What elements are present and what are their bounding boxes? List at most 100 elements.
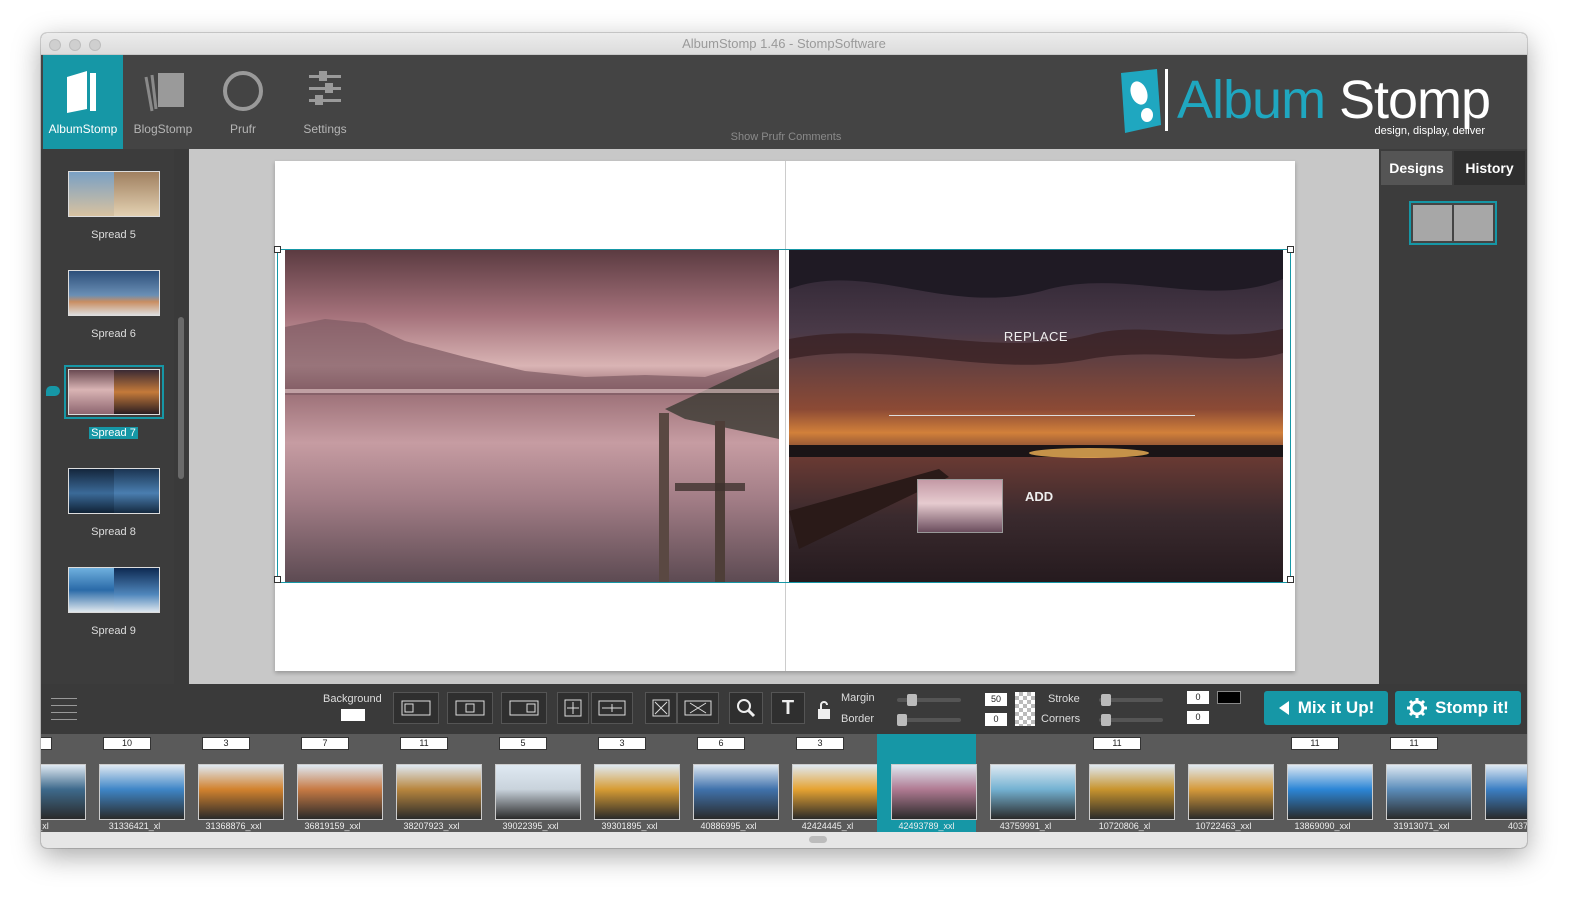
- stroke-slider[interactable]: [1099, 694, 1163, 706]
- resize-grip[interactable]: [809, 836, 827, 843]
- filmstrip-thumbnail: [495, 764, 581, 820]
- margin-value[interactable]: 50: [985, 693, 1007, 706]
- circle-icon: [223, 71, 263, 111]
- scrollbar-thumb[interactable]: [178, 317, 184, 479]
- filmstrip-thumbnail: [693, 764, 779, 820]
- filmstrip-filename: 38207923_xxl: [403, 821, 460, 831]
- filmstrip-item-selected[interactable]: 42493789_xxl: [877, 734, 977, 832]
- resize-handle[interactable]: [274, 246, 281, 253]
- filmstrip-item[interactable]: 43759991_xl: [976, 734, 1076, 832]
- shrink-horizontal-icon: [684, 700, 712, 716]
- spread-thumb-right: [113, 172, 159, 216]
- border-value[interactable]: 0: [985, 713, 1007, 726]
- spread-item[interactable]: Spread 8: [61, 468, 166, 538]
- tab-history[interactable]: History: [1454, 151, 1525, 185]
- filmstrip-item[interactable]: 10722463_xxl: [1174, 734, 1274, 832]
- filmstrip-item[interactable]: 6 40886995_xxl: [679, 734, 779, 832]
- margin-slider-knob[interactable]: [907, 694, 917, 706]
- margin-label: Margin: [841, 692, 875, 704]
- replace-photo-label[interactable]: REPLACE: [789, 329, 1283, 344]
- filmstrip-item[interactable]: 3 31368876_xxl: [184, 734, 284, 832]
- filmstrip-thumbnail: [41, 764, 86, 820]
- add-photo-label[interactable]: ADD: [1025, 489, 1053, 504]
- align-left-icon: [401, 700, 431, 716]
- spread-item-selected[interactable]: Spread 7: [61, 365, 166, 439]
- menu-lines-icon[interactable]: [51, 696, 77, 720]
- filmstrip-item[interactable]: 2 581_xl: [41, 734, 86, 832]
- filmstrip-thumbnail: [1287, 764, 1373, 820]
- usage-count-badge: 5: [499, 737, 547, 750]
- border-slider-knob[interactable]: [897, 714, 907, 726]
- spread-thumbnail: [67, 567, 160, 613]
- filmstrip-item[interactable]: 11 31913071_xxl: [1372, 734, 1472, 832]
- mix-it-up-button[interactable]: Mix it Up!: [1264, 691, 1388, 725]
- spreads-scrollbar[interactable]: [174, 149, 188, 684]
- filmstrip-filename: 10720806_xl: [1098, 821, 1151, 831]
- border-slider[interactable]: [897, 714, 961, 726]
- filmstrip-item[interactable]: 3 42424445_xl: [778, 734, 878, 832]
- resize-handle[interactable]: [1287, 246, 1294, 253]
- stroke-color-swatch[interactable]: [1217, 691, 1241, 704]
- filmstrip-item[interactable]: 5 39022395_xxl: [481, 734, 581, 832]
- shrink-horizontal-button[interactable]: [677, 692, 719, 724]
- corners-slider-knob[interactable]: [1101, 714, 1111, 726]
- resize-handle[interactable]: [274, 576, 281, 583]
- filmstrip-item[interactable]: 3 39301895_xxl: [580, 734, 680, 832]
- filmstrip-thumbnail: [198, 764, 284, 820]
- spread-thumb-full: [68, 271, 159, 315]
- spread-thumb-left: [68, 370, 114, 414]
- stomp-it-button[interactable]: Stomp it!: [1395, 691, 1521, 725]
- corners-value[interactable]: 0: [1187, 711, 1209, 724]
- close-window-button[interactable]: [49, 39, 61, 51]
- spread-label: Spread 7: [89, 427, 138, 439]
- usage-count-badge: 2: [41, 737, 52, 750]
- stroke-slider-knob[interactable]: [1101, 694, 1111, 706]
- spread-item[interactable]: Spread 5: [61, 171, 166, 241]
- minimize-window-button[interactable]: [69, 39, 81, 51]
- filmstrip-item[interactable]: 10 31336421_xl: [85, 734, 185, 832]
- corners-slider[interactable]: [1099, 714, 1163, 726]
- sliders-icon: [309, 71, 341, 105]
- design-template-two-up[interactable]: [1409, 201, 1497, 245]
- right-photo-frame[interactable]: REPLACE ADD: [789, 249, 1283, 583]
- expand-button[interactable]: [557, 692, 589, 724]
- filmstrip-thumbnail: [297, 764, 383, 820]
- filmstrip-item[interactable]: 40373: [1471, 734, 1527, 832]
- filmstrip-item[interactable]: 7 36819159_xxl: [283, 734, 383, 832]
- align-center-button[interactable]: [447, 692, 493, 724]
- margin-slider[interactable]: [897, 694, 961, 706]
- spread-label: Spread 5: [91, 229, 136, 241]
- stroke-value[interactable]: 0: [1187, 691, 1209, 704]
- filmstrip-filename: 42424445_xl: [801, 821, 854, 831]
- spread-label: Spread 8: [91, 526, 136, 538]
- stack-icon: [144, 73, 184, 112]
- usage-count-badge: 3: [598, 737, 646, 750]
- tab-designs[interactable]: Designs: [1381, 151, 1452, 185]
- left-photo-frame[interactable]: [285, 249, 779, 583]
- spread-item[interactable]: Spread 6: [61, 270, 166, 340]
- zoom-window-button[interactable]: [89, 39, 101, 51]
- align-right-icon: [509, 700, 539, 716]
- comment-marker-icon[interactable]: [46, 386, 60, 396]
- lock-icon[interactable]: [817, 700, 831, 720]
- triangle-left-icon: [1278, 701, 1289, 715]
- spread-item[interactable]: Spread 9: [61, 567, 166, 637]
- resize-handle[interactable]: [1287, 576, 1294, 583]
- usage-count-badge: 11: [1390, 737, 1438, 750]
- background-color-swatch[interactable]: [341, 709, 365, 721]
- spreads-panel: Spread 5 Spread 6 Spread 7 Spread 8 Spre…: [41, 149, 189, 796]
- text-tool-button[interactable]: T: [771, 692, 805, 724]
- filmstrip-item[interactable]: 11 13869090_xxl: [1273, 734, 1373, 832]
- usage-count-badge: 7: [301, 737, 349, 750]
- expand-horizontal-button[interactable]: [591, 692, 633, 724]
- filmstrip-item[interactable]: 11 10720806_xl: [1075, 734, 1175, 832]
- transparency-swatch[interactable]: [1015, 692, 1035, 726]
- zoom-button[interactable]: [729, 692, 763, 724]
- align-left-button[interactable]: [393, 692, 439, 724]
- spread-page[interactable]: REPLACE ADD: [274, 161, 1295, 671]
- mix-it-up-label: Mix it Up!: [1297, 698, 1375, 717]
- align-right-button[interactable]: [501, 692, 547, 724]
- filmstrip-item[interactable]: 11 38207923_xxl: [382, 734, 482, 832]
- spread-thumb-left: [68, 172, 114, 216]
- shrink-button[interactable]: [645, 692, 677, 724]
